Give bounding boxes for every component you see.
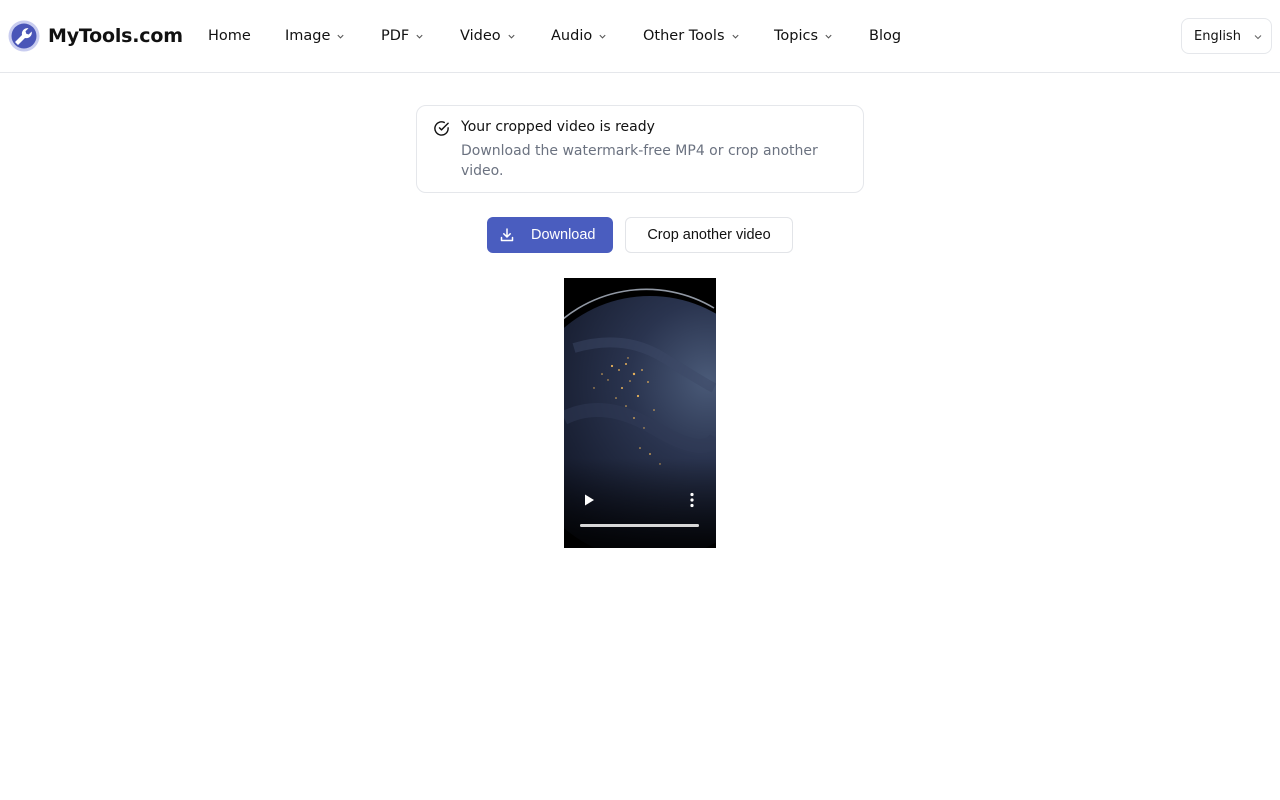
nav-home-label: Home bbox=[208, 28, 251, 44]
notice-description: Download the watermark-free MP4 or crop … bbox=[461, 143, 818, 179]
play-icon[interactable] bbox=[580, 491, 598, 509]
brand-name: MyTools.com bbox=[48, 25, 183, 47]
wrench-logo-icon bbox=[8, 20, 40, 52]
nav-video[interactable]: Video bbox=[460, 24, 516, 48]
nav-image[interactable]: Image bbox=[285, 24, 345, 48]
logo[interactable]: MyTools.com bbox=[8, 19, 183, 53]
download-icon bbox=[500, 228, 514, 242]
download-button-label: Download bbox=[531, 227, 596, 243]
chevron-down-icon bbox=[1254, 34, 1262, 39]
chevron-down-icon bbox=[416, 34, 423, 39]
chevron-down-icon bbox=[825, 34, 832, 39]
chevron-down-icon bbox=[731, 34, 739, 39]
nav-home[interactable]: Home bbox=[208, 24, 251, 48]
language-select[interactable]: English bbox=[1181, 18, 1272, 54]
chevron-down-icon bbox=[508, 34, 515, 39]
download-button[interactable]: Download bbox=[487, 217, 613, 253]
nav-audio-label: Audio bbox=[551, 28, 593, 44]
nav-video-label: Video bbox=[460, 28, 501, 44]
success-notice: Your cropped video is ready Download the… bbox=[416, 105, 864, 193]
nav-blog[interactable]: Blog bbox=[869, 24, 901, 48]
notice-title: Your cropped video is ready bbox=[461, 119, 655, 135]
nav-other-tools-label: Other Tools bbox=[643, 28, 725, 44]
nav-other-tools[interactable]: Other Tools bbox=[643, 24, 740, 48]
crop-another-button[interactable]: Crop another video bbox=[625, 217, 793, 253]
nav-pdf-label: PDF bbox=[381, 28, 410, 44]
video-progress-bar[interactable] bbox=[580, 524, 699, 527]
nav-blog-label: Blog bbox=[869, 28, 902, 44]
nav-image-label: Image bbox=[285, 28, 331, 44]
more-vertical-icon[interactable] bbox=[684, 490, 700, 510]
check-circle-icon bbox=[434, 121, 449, 136]
video-player[interactable] bbox=[564, 278, 716, 548]
nav-topics-label: Topics bbox=[774, 28, 819, 44]
site-header: MyTools.com Home Image PDF Video Audio O… bbox=[0, 0, 1280, 73]
crop-another-button-label: Crop another video bbox=[647, 227, 771, 243]
chevron-down-icon bbox=[599, 34, 606, 39]
nav-audio[interactable]: Audio bbox=[551, 24, 607, 48]
nav-topics[interactable]: Topics bbox=[774, 24, 833, 48]
chevron-down-icon bbox=[337, 34, 345, 39]
language-label: English bbox=[1194, 28, 1241, 44]
nav-pdf[interactable]: PDF bbox=[381, 24, 424, 48]
video-progress-fill bbox=[580, 524, 699, 527]
